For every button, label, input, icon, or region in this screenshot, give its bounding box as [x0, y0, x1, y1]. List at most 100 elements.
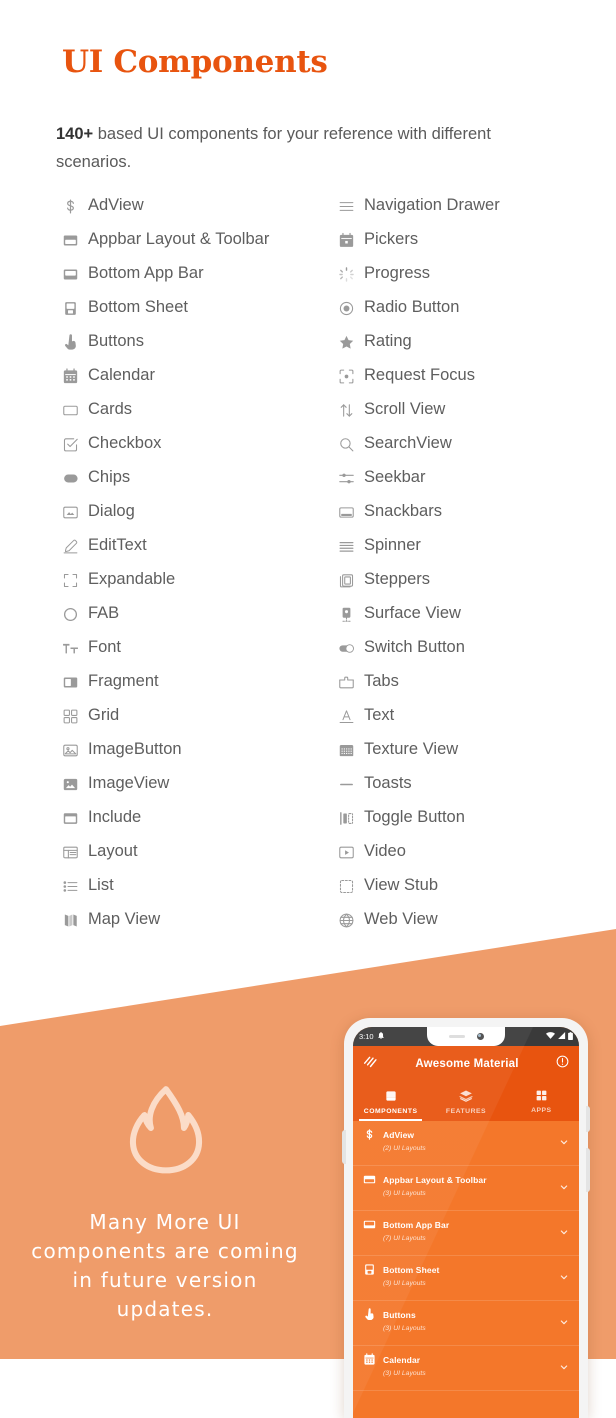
component-list-item[interactable]: View Stub — [338, 869, 616, 903]
component-list-item[interactable]: Snackbars — [338, 495, 616, 529]
chevron-down-icon[interactable] — [560, 1358, 568, 1376]
component-list-item[interactable]: Include — [62, 801, 340, 835]
component-list-item[interactable]: Steppers — [338, 563, 616, 597]
component-list-item[interactable]: Switch Button — [338, 631, 616, 665]
component-list-item[interactable]: Toasts — [338, 767, 616, 801]
image-icon — [62, 776, 79, 793]
tab-apps[interactable]: APPS — [504, 1082, 579, 1121]
component-list-item-label: Toasts — [364, 774, 412, 793]
text-icon — [338, 708, 355, 725]
component-list-item[interactable]: Bottom Sheet — [62, 291, 340, 325]
component-list-item[interactable]: Expandable — [62, 563, 340, 597]
phone-list-row[interactable]: Bottom App Bar (7) UI Layouts — [353, 1211, 579, 1256]
component-list-item-label: Chips — [88, 468, 131, 487]
component-list-item[interactable]: Dialog — [62, 495, 340, 529]
focus-icon — [338, 368, 355, 385]
component-list-item[interactable]: Cards — [62, 393, 340, 427]
spinner-list-icon — [338, 538, 355, 555]
component-list-item[interactable]: Request Focus — [338, 359, 616, 393]
chevron-down-icon[interactable] — [560, 1133, 568, 1151]
component-list-item[interactable]: Radio Button — [338, 291, 616, 325]
chevron-down-icon[interactable] — [560, 1178, 568, 1196]
tab-label: FEATURES — [445, 1107, 487, 1115]
tab-features[interactable]: FEATURES — [428, 1082, 503, 1121]
component-list-item-label: View Stub — [364, 876, 438, 895]
view-stub-icon — [338, 878, 355, 895]
component-list-item[interactable]: ImageButton — [62, 733, 340, 767]
tab-components[interactable]: COMPONENTS — [353, 1082, 428, 1121]
component-list-item[interactable]: Navigation Drawer — [338, 189, 616, 223]
component-list-item[interactable]: Web View — [338, 903, 616, 937]
component-list-item-label: Toggle Button — [364, 808, 465, 827]
sliders-icon — [338, 470, 355, 487]
component-list-item[interactable]: List — [62, 869, 340, 903]
component-list-item[interactable]: Seekbar — [338, 461, 616, 495]
component-list-item[interactable]: Spinner — [338, 529, 616, 563]
component-list-item[interactable]: Video — [338, 835, 616, 869]
phone-list-row-title: Buttons — [383, 1309, 416, 1320]
star-icon — [338, 334, 355, 351]
info-icon[interactable] — [556, 1055, 569, 1073]
component-list-item-label: Fragment — [88, 672, 159, 691]
phone-power-button[interactable] — [342, 1130, 346, 1164]
component-list: AdView Appbar Layout & Toolbar Bottom App … — [0, 189, 616, 937]
phone-list-row[interactable]: Appbar Layout & Toolbar (3) UI Layouts — [353, 1166, 579, 1211]
component-list-item[interactable]: ImageView — [62, 767, 340, 801]
component-list-item[interactable]: EditText — [62, 529, 340, 563]
tab-label: APPS — [531, 1107, 552, 1114]
component-list-item[interactable]: Progress — [338, 257, 616, 291]
component-list-item-label: Navigation Drawer — [364, 196, 500, 215]
chevron-down-icon[interactable] — [560, 1268, 568, 1286]
component-list-item[interactable]: Font — [62, 631, 340, 665]
intro-text: based UI components for your reference w… — [56, 125, 491, 171]
component-list-item[interactable]: Checkbox — [62, 427, 340, 461]
component-list-item[interactable]: Calendar — [62, 359, 340, 393]
tab-bar: COMPONENTS FEATURES APPS — [353, 1082, 579, 1121]
component-list-item[interactable]: Scroll View — [338, 393, 616, 427]
component-list-item[interactable]: Texture View — [338, 733, 616, 767]
component-list-item[interactable]: Surface View — [338, 597, 616, 631]
phone-list-row-subtitle: (3) UI Layouts — [383, 1280, 426, 1287]
component-list-item[interactable]: Layout — [62, 835, 340, 869]
component-list-item-label: Progress — [364, 264, 431, 283]
component-list-item[interactable]: Tabs — [338, 665, 616, 699]
component-list-item[interactable]: AdView — [62, 189, 340, 223]
component-list-item-label: Buttons — [88, 332, 144, 351]
promo-line-2: components are coming — [31, 1239, 299, 1263]
phone-list-row[interactable]: Buttons (3) UI Layouts — [353, 1301, 579, 1346]
component-list-item[interactable]: Grid — [62, 699, 340, 733]
calendar-icon — [363, 1353, 376, 1366]
component-list-item-label: Spinner — [364, 536, 421, 555]
chevron-down-icon[interactable] — [560, 1313, 568, 1331]
phone-list-row[interactable]: Bottom Sheet (3) UI Layouts — [353, 1256, 579, 1301]
tap-icon — [62, 333, 79, 351]
component-list-item[interactable]: Text — [338, 699, 616, 733]
component-list-item[interactable]: Rating — [338, 325, 616, 359]
chevron-down-icon[interactable] — [560, 1223, 568, 1241]
front-camera — [476, 1033, 484, 1040]
phone-mockup: 3:10 Awesome Material COMPONENTS FEATURE… — [342, 1018, 590, 1418]
dollar-icon — [363, 1128, 376, 1141]
component-list-item[interactable]: Bottom App Bar — [62, 257, 340, 291]
app-logo-icon[interactable] — [363, 1054, 378, 1074]
phone-component-list: AdView (2) UI Layouts Appbar Layout & Tool… — [353, 1121, 579, 1391]
component-list-item[interactable]: Map View — [62, 903, 340, 937]
component-list-item[interactable]: Appbar Layout & Toolbar — [62, 223, 340, 257]
component-list-item[interactable]: Buttons — [62, 325, 340, 359]
component-list-item[interactable]: Chips — [62, 461, 340, 495]
phone-volume-button[interactable] — [586, 1148, 590, 1192]
phone-list-row[interactable]: AdView (2) UI Layouts — [353, 1121, 579, 1166]
component-list-item[interactable]: SearchView — [338, 427, 616, 461]
component-list-item[interactable]: Fragment — [62, 665, 340, 699]
video-icon — [338, 844, 355, 861]
promo-text: Many More UI components are coming in fu… — [0, 1208, 330, 1324]
component-list-item-label: Web View — [364, 910, 438, 929]
status-bar-right — [546, 1031, 573, 1042]
component-list-item[interactable]: Toggle Button — [338, 801, 616, 835]
phone-side-button-top[interactable] — [586, 1106, 590, 1132]
bottom-sheet-icon — [62, 300, 79, 317]
component-list-item[interactable]: Pickers — [338, 223, 616, 257]
component-list-item[interactable]: FAB — [62, 597, 340, 631]
phone-list-row[interactable]: Calendar (3) UI Layouts — [353, 1346, 579, 1391]
components-icon — [384, 1089, 398, 1105]
